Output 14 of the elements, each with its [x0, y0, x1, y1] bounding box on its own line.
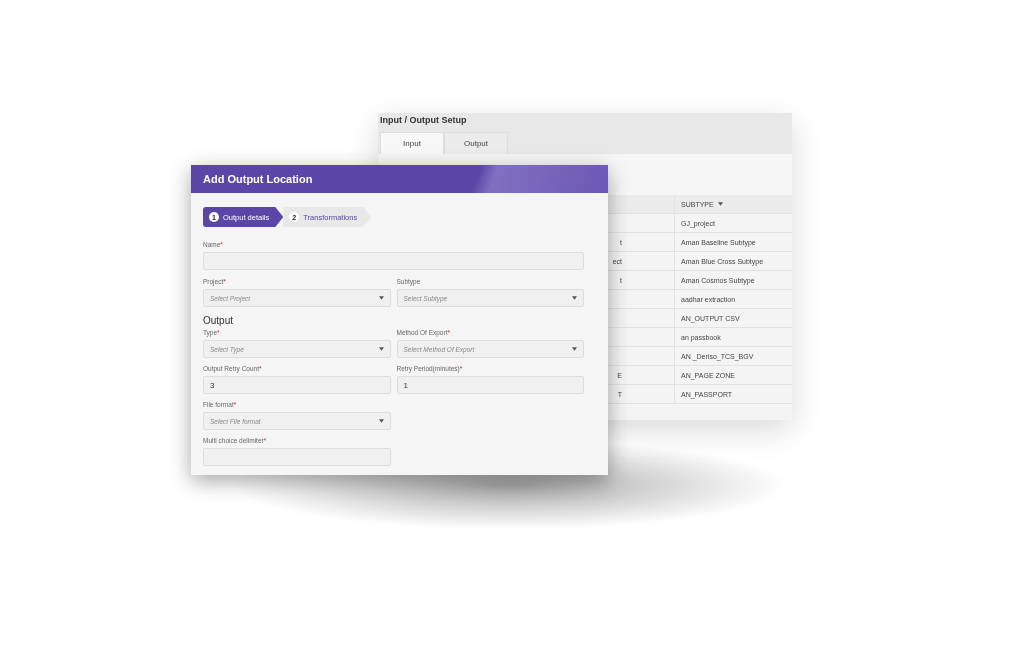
input-field[interactable] — [203, 448, 391, 466]
input-field[interactable] — [203, 252, 584, 270]
caret-icon[interactable] — [572, 296, 577, 300]
caret-icon[interactable] — [572, 347, 577, 351]
tab[interactable]: Input — [380, 132, 444, 154]
caret-icon[interactable] — [378, 347, 384, 351]
sort-caret-icon[interactable] — [717, 202, 723, 206]
dialog-title: Add Output Location — [203, 173, 313, 185]
window-title: Input / Output Setup — [378, 113, 792, 132]
section-heading: Output — [203, 315, 235, 326]
caret-icon[interactable] — [378, 296, 384, 300]
input-field[interactable]: 1 — [396, 376, 584, 394]
tab[interactable]: Output — [444, 132, 508, 154]
input-field[interactable]: 3 — [203, 376, 391, 394]
